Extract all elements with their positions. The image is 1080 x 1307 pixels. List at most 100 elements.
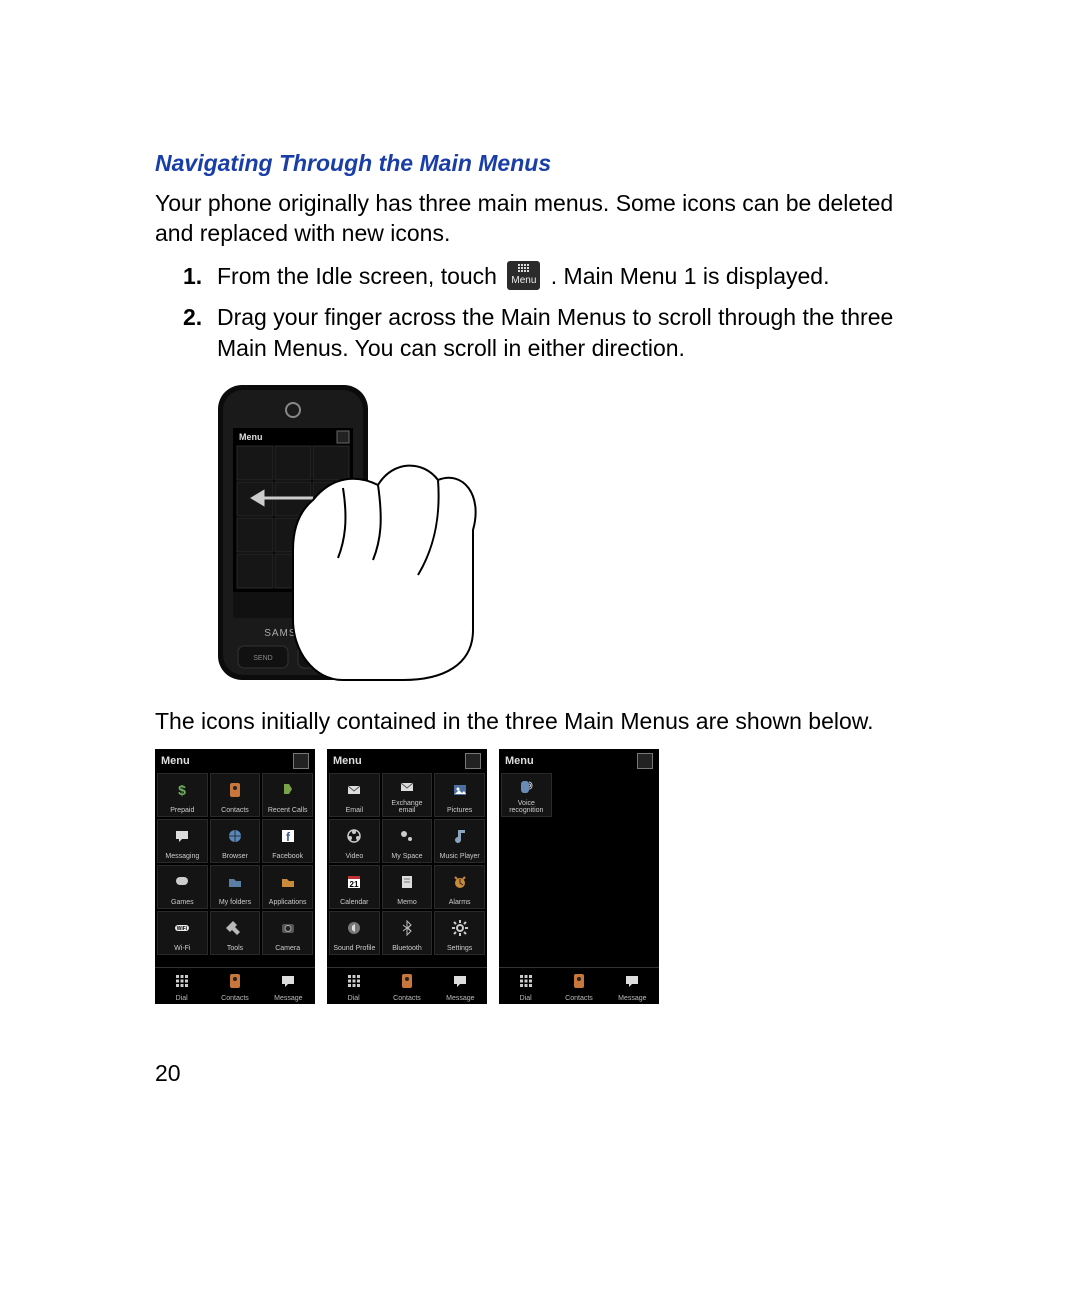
app-icon: WiFi Wi-Fi <box>157 911 208 955</box>
app-label: Email <box>346 807 364 814</box>
app-glyph-icon <box>451 866 469 899</box>
app-label: Browser <box>222 853 248 860</box>
app-label: Video <box>345 853 363 860</box>
app-label: Tools <box>227 945 243 952</box>
app-glyph-icon <box>279 866 297 899</box>
app-label: Camera <box>275 945 300 952</box>
step-1-text-b: . Main Menu 1 is displayed. <box>551 263 830 289</box>
mini-menu-label: Menu <box>239 432 263 442</box>
menu-screenshots-row: Menu $Prepaid Contacts Recent Calls Messagi… <box>155 749 925 1004</box>
app-label: Applications <box>269 899 307 906</box>
app-label: Sound Profile <box>333 945 375 952</box>
bottombar-glyph-icon <box>226 972 244 995</box>
bottombar-label: Dial <box>176 995 188 1002</box>
app-glyph-icon <box>173 820 191 853</box>
bottombar-item: Contacts <box>552 968 605 1004</box>
app-glyph-icon <box>226 866 244 899</box>
bottombar-glyph-icon <box>451 972 469 995</box>
app-glyph-icon <box>226 912 244 945</box>
app-label: Exchange email <box>383 800 432 814</box>
bottombar-label: Message <box>618 995 646 1002</box>
manual-page: Navigating Through the Main Menus Your p… <box>0 0 1080 1307</box>
app-label: Pictures <box>447 807 472 814</box>
app-icon: Tools <box>210 911 261 955</box>
bottombar-label: Dial <box>520 995 532 1002</box>
panel-title: Menu <box>505 755 534 767</box>
bottombar-item: Dial <box>499 968 552 1004</box>
step-2: 2. Drag your finger across the Main Menu… <box>183 302 925 364</box>
app-label: Games <box>171 899 194 906</box>
app-label: My folders <box>219 899 251 906</box>
svg-text:21: 21 <box>350 880 359 889</box>
step-2-text: Drag your finger across the Main Menus t… <box>217 302 925 364</box>
step-number: 2. <box>183 302 205 364</box>
app-icon: Games <box>157 865 208 909</box>
app-icon: Contacts <box>210 773 261 817</box>
app-glyph-icon <box>345 820 363 853</box>
app-icon: Browser <box>210 819 261 863</box>
app-icon: Video <box>329 819 380 863</box>
app-glyph-icon <box>345 774 363 807</box>
app-icon: Alarms <box>434 865 485 909</box>
app-icon: Recent Calls <box>262 773 313 817</box>
bottombar-label: Contacts <box>393 995 421 1002</box>
app-icon: Voice recognition <box>501 773 552 817</box>
app-glyph-icon <box>517 774 535 800</box>
app-icon: Camera <box>262 911 313 955</box>
app-icon: Music Player <box>434 819 485 863</box>
app-glyph-icon <box>398 774 416 800</box>
step-1-text-a: From the Idle screen, touch <box>217 263 497 289</box>
app-glyph-icon <box>451 820 469 853</box>
app-icon: Memo <box>382 865 433 909</box>
app-glyph-icon <box>451 912 469 945</box>
bottombar-label: Dial <box>348 995 360 1002</box>
grid-toggle-icon <box>465 753 481 769</box>
app-icon: Settings <box>434 911 485 955</box>
bottombar-glyph-icon <box>517 972 535 995</box>
grid-toggle-icon <box>637 753 653 769</box>
app-label: Contacts <box>221 807 249 814</box>
app-label: Voice recognition <box>502 800 551 814</box>
phone-swipe-illustration: Menu <box>163 380 925 685</box>
svg-text:WiFi: WiFi <box>177 926 188 932</box>
bottombar-item: Message <box>434 968 487 1004</box>
intro-paragraph: Your phone originally has three main men… <box>155 189 925 249</box>
app-icon: My Space <box>382 819 433 863</box>
app-glyph-icon <box>345 912 363 945</box>
app-label: Bluetooth <box>392 945 422 952</box>
app-icon: Sound Profile <box>329 911 380 955</box>
bottombar-glyph-icon <box>279 972 297 995</box>
bottombar-glyph-icon <box>345 972 363 995</box>
steps-list: 1. From the Idle screen, touch Menu . Ma… <box>183 261 925 364</box>
app-label: Alarms <box>449 899 471 906</box>
bottombar-label: Contacts <box>565 995 593 1002</box>
app-label: Memo <box>397 899 416 906</box>
menu-icon-label: Menu <box>511 275 536 286</box>
bottombar-label: Contacts <box>221 995 249 1002</box>
app-glyph-icon <box>398 912 416 945</box>
bottombar-item: Message <box>606 968 659 1004</box>
app-icon: $Prepaid <box>157 773 208 817</box>
step-number: 1. <box>183 261 205 292</box>
app-glyph-icon <box>279 774 297 807</box>
app-icon: Bluetooth <box>382 911 433 955</box>
caption-below-illustration: The icons initially contained in the thr… <box>155 707 925 737</box>
app-icon: 21Calendar <box>329 865 380 909</box>
app-icon: Exchange email <box>382 773 433 817</box>
bottombar-label: Message <box>446 995 474 1002</box>
bottombar-item: Dial <box>327 968 380 1004</box>
app-label: Music Player <box>440 853 480 860</box>
app-label: Messaging <box>165 853 199 860</box>
app-glyph-icon <box>398 866 416 899</box>
bottombar-glyph-icon <box>623 972 641 995</box>
menu-panel-2: Menu EmailExchange emailPicturesVideoMy … <box>327 749 487 1004</box>
app-label: Wi-Fi <box>174 945 190 952</box>
app-glyph-icon: $ <box>173 774 191 807</box>
app-label: Recent Calls <box>268 807 308 814</box>
app-glyph-icon: 21 <box>345 866 363 899</box>
app-icon: Pictures <box>434 773 485 817</box>
bottombar-glyph-icon <box>398 972 416 995</box>
bottombar-label: Message <box>274 995 302 1002</box>
app-label: My Space <box>391 853 422 860</box>
panel-title: Menu <box>161 755 190 767</box>
